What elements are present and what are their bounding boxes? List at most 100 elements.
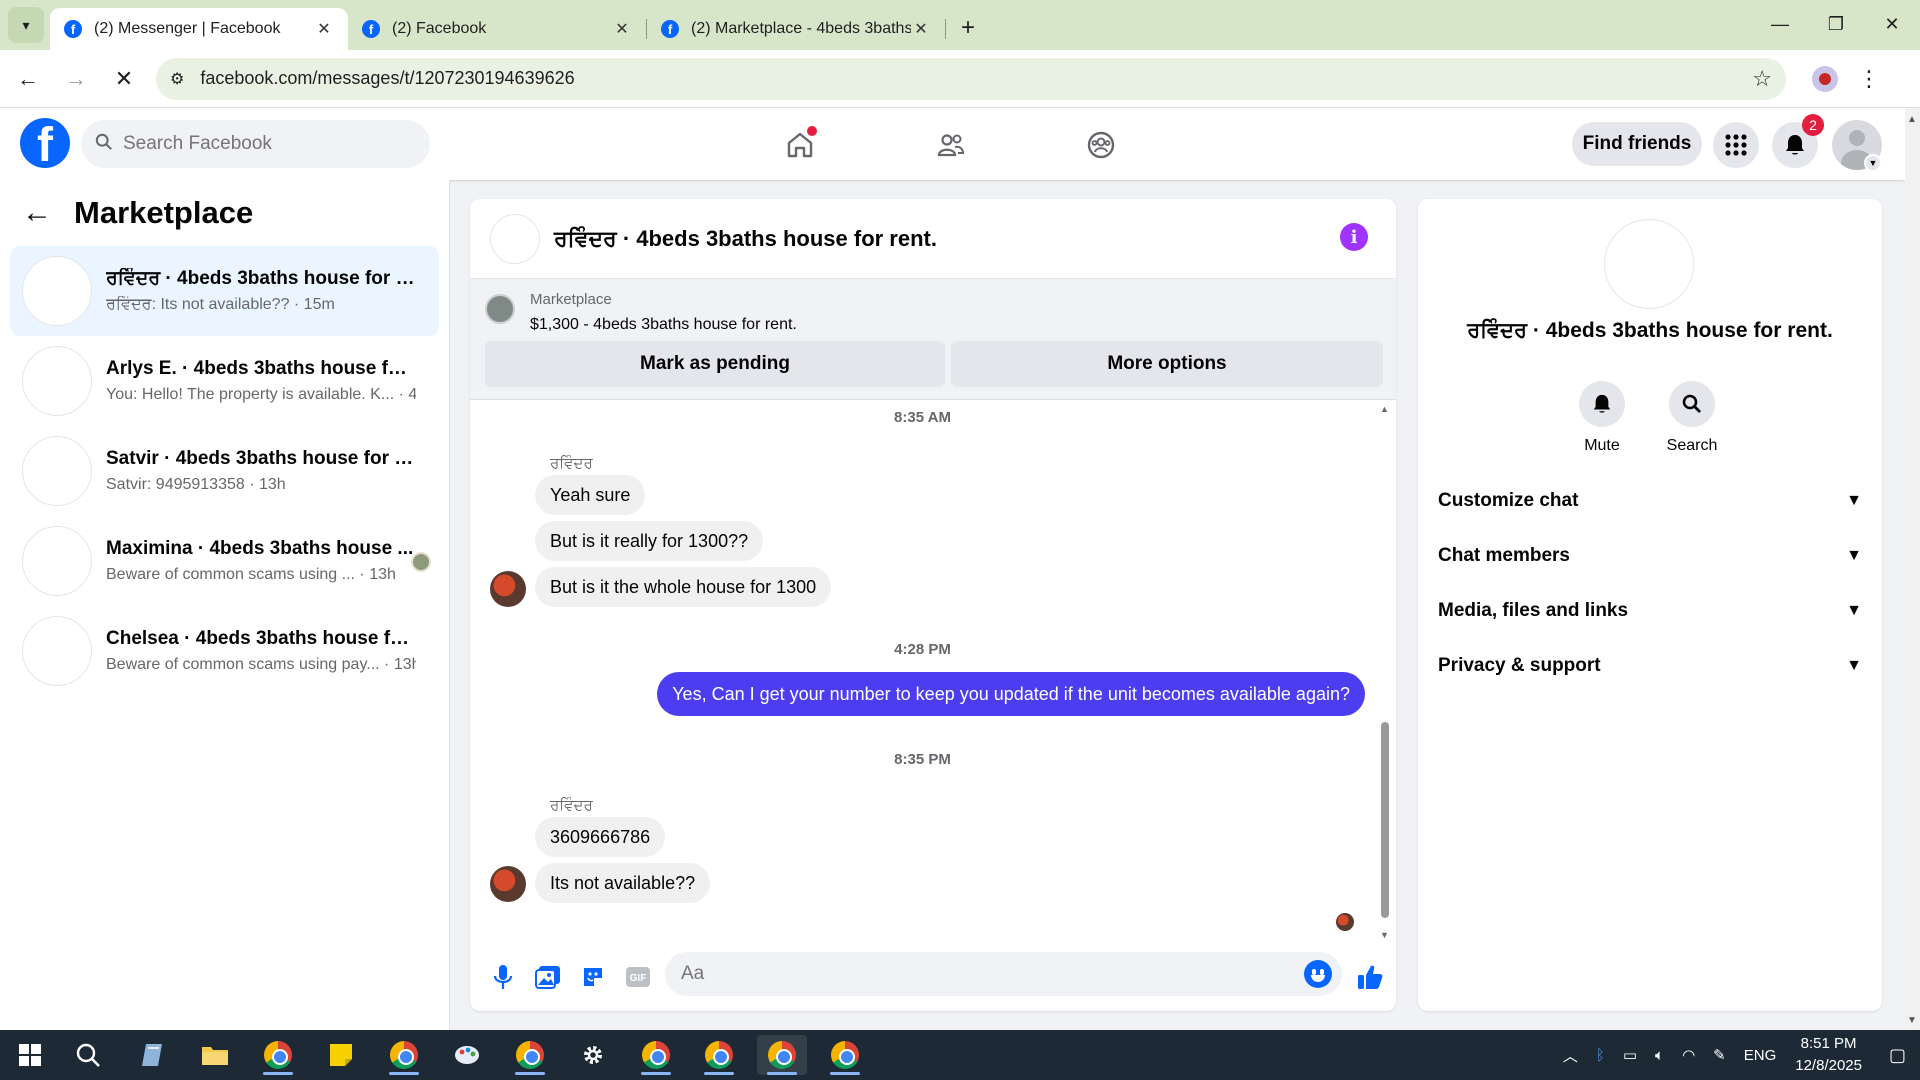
wifi-icon[interactable]: ◠: [1682, 1046, 1695, 1064]
message-bubble[interactable]: 3609666786: [535, 817, 666, 857]
notifications-bell-icon[interactable]: 2: [1772, 114, 1824, 168]
menu-grid-icon[interactable]: [1713, 122, 1759, 168]
clock[interactable]: 8:51 PM 12/8/2025: [1795, 1033, 1862, 1077]
sender-avatar[interactable]: [490, 571, 526, 607]
search-icon[interactable]: [1669, 381, 1715, 427]
avatar[interactable]: [1604, 219, 1694, 309]
chrome-icon[interactable]: [379, 1035, 429, 1075]
tab-search-button[interactable]: ▾: [8, 7, 44, 43]
thumbs-up-icon[interactable]: [1355, 962, 1385, 992]
back-button[interactable]: ←: [8, 59, 48, 99]
conversation-item[interactable]: Maximina · 4beds 3baths house ... Beware…: [10, 516, 439, 606]
chrome-icon[interactable]: [631, 1035, 681, 1075]
sticky-notes-icon[interactable]: [316, 1035, 366, 1075]
notification-center-icon[interactable]: ▢: [1889, 1045, 1906, 1066]
battery-icon[interactable]: ▭: [1623, 1046, 1637, 1064]
chrome-icon[interactable]: [253, 1035, 303, 1075]
find-friends-button[interactable]: Find friends: [1572, 122, 1702, 166]
sender-avatar[interactable]: [490, 866, 526, 902]
conversation-item[interactable]: ਰਵਿੰਦਰ · 4beds 3baths house for re... ਰਵ…: [10, 246, 439, 336]
sticker-icon[interactable]: [578, 962, 608, 992]
privacy-support-section[interactable]: Privacy & support ▼: [1438, 646, 1862, 686]
mute-action[interactable]: Mute: [1557, 381, 1647, 455]
scroll-down-arrow-icon[interactable]: ▼: [1907, 1015, 1917, 1026]
scroll-up-arrow-icon[interactable]: ▲: [1907, 114, 1917, 125]
more-options-button[interactable]: More options: [951, 341, 1383, 387]
volume-icon[interactable]: 🔈︎: [1655, 1047, 1664, 1064]
chat-members-section[interactable]: Chat members ▼: [1438, 536, 1862, 576]
message-bubble[interactable]: But is it really for 1300??: [535, 521, 764, 561]
browser-tab-facebook[interactable]: f (2) Facebook ✕: [348, 8, 646, 50]
chrome-icon[interactable]: [505, 1035, 555, 1075]
settings-gear-icon[interactable]: [568, 1035, 618, 1075]
info-icon[interactable]: i: [1340, 223, 1368, 251]
stop-loading-button[interactable]: ✕: [104, 59, 144, 99]
facebook-search[interactable]: [81, 120, 430, 168]
photo-icon[interactable]: [533, 962, 563, 992]
file-explorer-icon[interactable]: [190, 1035, 240, 1075]
message-input-box[interactable]: [665, 952, 1342, 996]
close-window-icon[interactable]: ✕: [1864, 0, 1920, 48]
search-icon[interactable]: [63, 1035, 113, 1075]
close-icon[interactable]: ✕: [911, 19, 931, 39]
chevron-up-icon[interactable]: ︿: [1563, 1045, 1578, 1066]
site-settings-icon[interactable]: ⚙: [170, 69, 184, 89]
forward-button[interactable]: →: [56, 59, 96, 99]
gif-icon[interactable]: GIF: [623, 962, 653, 992]
paint-app-icon[interactable]: [442, 1035, 492, 1075]
conversation-item[interactable]: Arlys E. · 4beds 3baths house for r... Y…: [10, 336, 439, 426]
facebook-logo-icon[interactable]: f: [20, 118, 70, 168]
home-nav-icon[interactable]: [777, 122, 823, 168]
search-action[interactable]: Search: [1647, 381, 1737, 455]
groups-nav-icon[interactable]: [1078, 122, 1124, 168]
chrome-icon[interactable]: [820, 1035, 870, 1075]
message-bubble[interactable]: Its not available??: [535, 863, 711, 903]
pen-icon[interactable]: ✎: [1713, 1046, 1726, 1064]
media-files-links-section[interactable]: Media, files and links ▼: [1438, 591, 1862, 631]
windows-start-icon[interactable]: [5, 1035, 55, 1075]
browser-profile-avatar[interactable]: [1812, 65, 1838, 92]
bell-icon[interactable]: [1579, 381, 1625, 427]
chat-title[interactable]: ਰਵਿੰਦਰ · 4beds 3baths house for rent.: [554, 226, 937, 252]
new-tab-button[interactable]: +: [950, 10, 986, 46]
mark-as-pending-button[interactable]: Mark as pending: [485, 341, 945, 387]
close-icon[interactable]: ✕: [612, 19, 632, 39]
scrollbar-thumb[interactable]: [1381, 722, 1389, 918]
language-indicator[interactable]: ENG: [1744, 1047, 1777, 1064]
scroll-up-arrow-icon[interactable]: ▲: [1380, 404, 1389, 414]
chevron-down-icon: ▾: [22, 16, 30, 33]
browser-menu-icon[interactable]: ⋮: [1858, 66, 1880, 92]
browser-tab-messenger[interactable]: f (2) Messenger | Facebook ✕: [50, 8, 348, 50]
notes-app-icon[interactable]: [127, 1035, 177, 1075]
listing-title[interactable]: $1,300 - 4beds 3baths house for rent.: [530, 316, 797, 334]
emoji-icon[interactable]: [1304, 960, 1332, 988]
conversation-item[interactable]: Satvir · 4beds 3baths house for rent. Sa…: [10, 426, 439, 516]
friends-nav-icon[interactable]: [928, 122, 974, 168]
back-arrow-icon[interactable]: ←: [22, 196, 52, 230]
chat-scrollbar[interactable]: ▲ ▼: [1380, 402, 1390, 940]
my-message-bubble[interactable]: Yes, Can I get your number to keep you u…: [657, 672, 1365, 716]
message-input[interactable]: [681, 963, 1261, 985]
chevron-down-icon[interactable]: ▼: [1864, 154, 1882, 172]
conversation-item[interactable]: Chelsea · 4beds 3baths house for r... Be…: [10, 606, 439, 696]
bluetooth-icon[interactable]: ᛒ: [1596, 1047, 1605, 1064]
search-input[interactable]: [123, 133, 403, 155]
bookmark-star-icon[interactable]: ☆: [1752, 66, 1772, 92]
chrome-icon[interactable]: [757, 1035, 807, 1075]
microphone-icon[interactable]: [488, 962, 518, 992]
url-text[interactable]: facebook.com/messages/t/1207230194639626: [200, 68, 1752, 89]
message-bubble[interactable]: Yeah sure: [535, 475, 646, 515]
omnibox[interactable]: ⚙ facebook.com/messages/t/12072301946396…: [156, 57, 1786, 100]
chrome-icon[interactable]: [694, 1035, 744, 1075]
avatar[interactable]: [490, 213, 540, 264]
scroll-down-arrow-icon[interactable]: ▼: [1380, 930, 1389, 940]
conversation-preview: Satvir: 9495913358 · 13h: [106, 476, 286, 493]
close-icon[interactable]: ✕: [314, 19, 334, 39]
customize-chat-section[interactable]: Customize chat ▼: [1438, 481, 1862, 521]
minimize-icon[interactable]: —: [1752, 0, 1808, 48]
listing-thumbnail[interactable]: [485, 294, 515, 324]
page-scrollbar[interactable]: ▲ ▼: [1905, 108, 1920, 1030]
message-bubble[interactable]: But is it the whole house for 1300: [535, 567, 832, 607]
browser-tab-marketplace[interactable]: f (2) Marketplace - 4beds 3baths ✕: [647, 8, 945, 50]
restore-icon[interactable]: ❐: [1808, 0, 1864, 48]
